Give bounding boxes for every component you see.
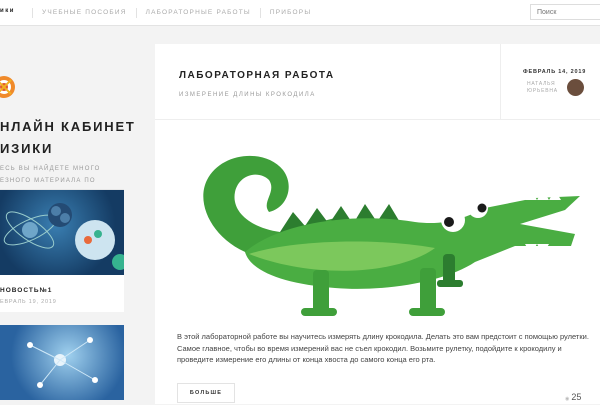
news-card-image[interactable] (0, 190, 128, 275)
site-title: НЛАЙН КАБИНЕТ ИЗИКИ (0, 119, 136, 156)
post-author[interactable]: НАТАЛЬЯ ЮРЬЕВНА (527, 81, 567, 95)
nav-item-textbooks[interactable]: УЧЕБНЫЕ ПОСОБИЯ (32, 8, 136, 18)
news-card-2-image[interactable] (0, 325, 124, 400)
news-card-title[interactable]: НОВОСТЬ№1 (0, 287, 124, 294)
crocodile-image (203, 155, 580, 316)
view-count: 25 (571, 392, 582, 402)
news-card-date: ЕВРАЛЬ 19, 2019 (0, 299, 57, 305)
top-navbar: ики УЧЕБНЫЕ ПОСОБИЯ ЛАБОРАТОРНЫЕ РАБОТЫ … (0, 0, 600, 26)
news-card[interactable]: НОВОСТЬ№1 ЕВРАЛЬ 19, 2019 (0, 190, 128, 312)
nav-item-devices[interactable]: ПРИБОРЫ (259, 8, 320, 18)
news-card-2[interactable] (0, 325, 124, 400)
nav-item-lab-works[interactable]: ЛАБОРАТОРНЫЕ РАБОТЫ (135, 8, 260, 18)
post-body: В этой лабораторной работе вы научитесь … (177, 332, 589, 364)
post-meta: ФЕВРАЛЬ 14, 2019 НАТАЛЬЯ ЮРЬЕВНА (500, 44, 600, 120)
post-subtitle: ИЗМЕРЕНИЕ ДЛИНЫ КРОКОДИЛА (179, 92, 316, 98)
eye-icon: ◉ (565, 396, 570, 402)
post-card: ЛАБОРАТОРНАЯ РАБОТА ИЗМЕРЕНИЕ ДЛИНЫ КРОК… (155, 44, 600, 404)
home-link[interactable]: ики (0, 8, 15, 14)
post-date: ФЕВРАЛЬ 14, 2019 (523, 69, 587, 75)
post-title[interactable]: ЛАБОРАТОРНАЯ РАБОТА (179, 70, 335, 81)
site-logo[interactable] (0, 70, 20, 104)
more-button[interactable]: БОЛЬШЕ (177, 383, 235, 403)
post-header: ЛАБОРАТОРНАЯ РАБОТА ИЗМЕРЕНИЕ ДЛИНЫ КРОК… (155, 44, 600, 120)
search-input[interactable] (530, 4, 600, 20)
molecule-illustration (27, 337, 98, 388)
main-nav: УЧЕБНЫЕ ПОСОБИЯ ЛАБОРАТОРНЫЕ РАБОТЫ ПРИБ… (32, 8, 320, 18)
atom-illustration (3, 203, 128, 270)
author-avatar[interactable] (567, 79, 584, 96)
view-counter: ◉ 25 (565, 392, 581, 402)
